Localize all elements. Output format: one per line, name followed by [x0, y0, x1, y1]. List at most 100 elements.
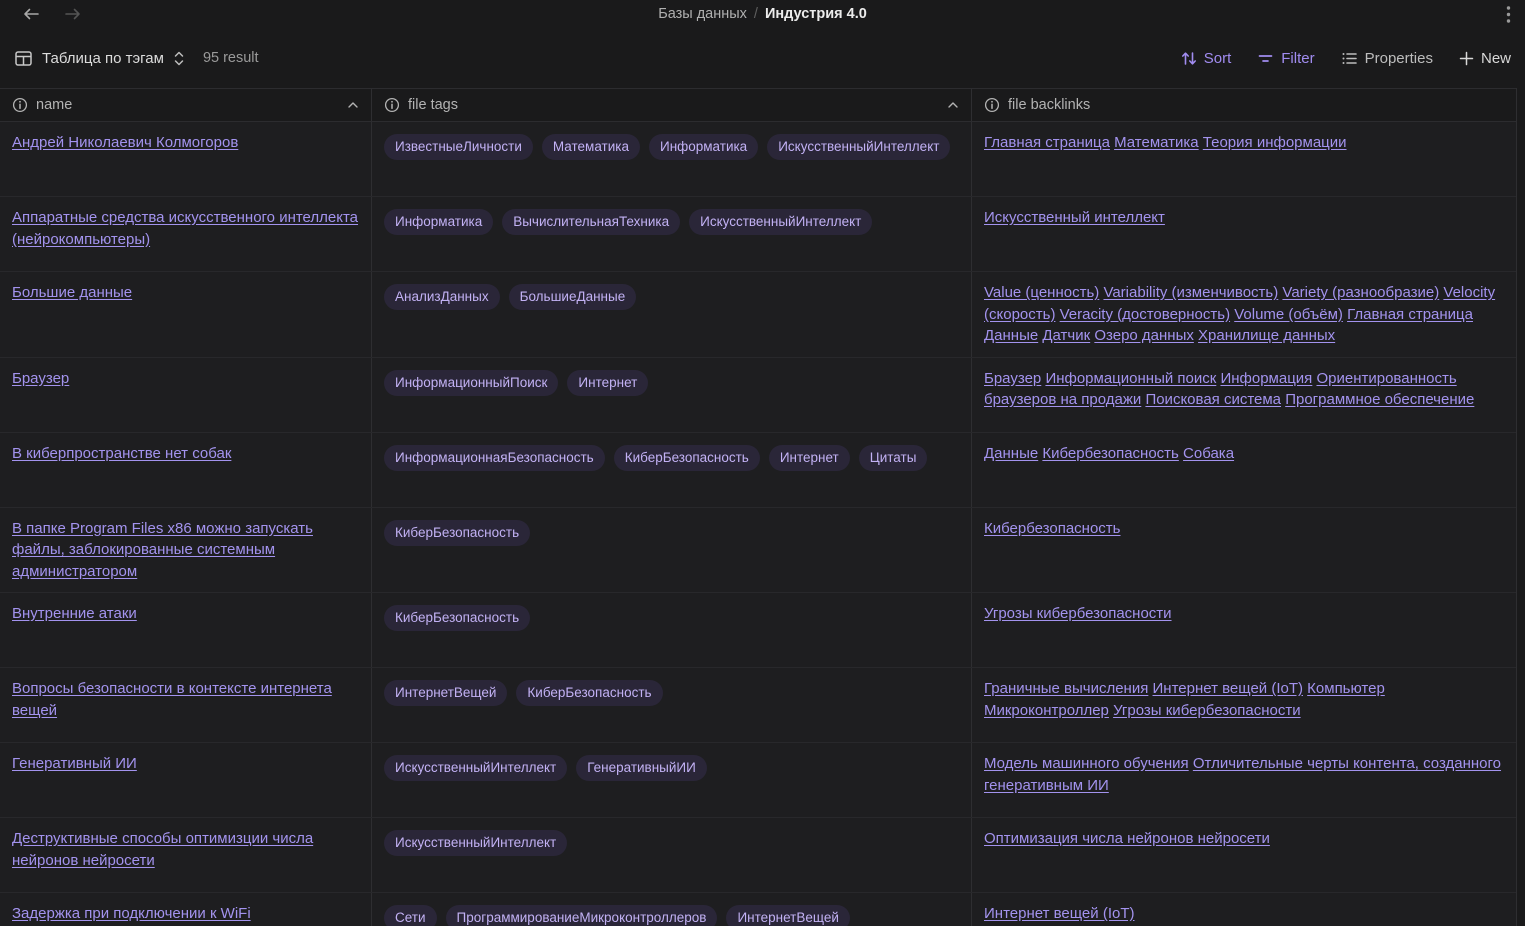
properties-button[interactable]: Properties — [1341, 50, 1433, 67]
note-link[interactable]: Деструктивные способы оптимизции числа н… — [12, 830, 313, 869]
backlink[interactable]: Теория информации — [1203, 134, 1347, 151]
table-row: Вопросы безопасности в контексте интерне… — [0, 668, 1516, 743]
backlink[interactable]: Variability (изменчивость) — [1103, 284, 1278, 301]
tag-pill[interactable]: ИскусственныйИнтеллект — [384, 830, 567, 856]
note-link[interactable]: Задержка при подключении к WiFi — [12, 905, 251, 922]
tag-pill[interactable]: ИнтернетВещей — [726, 905, 849, 926]
forward-arrow-icon[interactable] — [64, 6, 82, 22]
tag-pill[interactable]: Информатика — [649, 134, 758, 160]
backlink[interactable]: Volume (объём) — [1234, 306, 1343, 323]
tag-pill[interactable]: Сети — [384, 905, 437, 926]
database-table: name file tags file backlinks Андрей Ник… — [0, 88, 1517, 926]
tag-pill[interactable]: ПрограммированиеМикроконтроллеров — [446, 905, 718, 926]
tag-pill[interactable]: КиберБезопасность — [614, 445, 760, 471]
tag-pill[interactable]: ИскусственныйИнтеллект — [689, 209, 872, 235]
note-link[interactable]: Большие данные — [12, 284, 132, 301]
backlink[interactable]: Интернет вещей (IoT) — [1153, 680, 1303, 697]
backlink[interactable]: Данные — [984, 327, 1038, 344]
tag-pill[interactable]: ИнформационныйПоиск — [384, 370, 558, 396]
backlink[interactable]: Микроконтроллер — [984, 702, 1109, 719]
backlink[interactable]: Данные — [984, 445, 1038, 462]
tag-pill[interactable]: Интернет — [567, 370, 648, 396]
backlink[interactable]: Угрозы кибербезопасности — [1113, 702, 1301, 719]
backlink[interactable]: Искусственный интеллект — [984, 209, 1165, 226]
column-header-name[interactable]: name — [0, 89, 372, 121]
back-arrow-icon[interactable] — [22, 6, 40, 22]
column-header-file-tags[interactable]: file tags — [372, 89, 972, 121]
backlink[interactable]: Датчик — [1042, 327, 1090, 344]
note-link[interactable]: В киберпространстве нет собак — [12, 445, 231, 462]
backlink[interactable]: Хранилище данных — [1198, 327, 1335, 344]
table-row: Деструктивные способы оптимизции числа н… — [0, 818, 1516, 893]
backlink[interactable]: Кибербезопасность — [1042, 445, 1179, 462]
note-link[interactable]: Генеративный ИИ — [12, 755, 137, 772]
tag-pill[interactable]: Математика — [542, 134, 640, 160]
tags-wrap: АнализДанных БольшиеДанные — [384, 282, 959, 310]
more-options-icon[interactable] — [1504, 3, 1513, 26]
name-cell: Вопросы безопасности в контексте интерне… — [0, 668, 372, 742]
backlink[interactable]: Компьютер — [1307, 680, 1385, 697]
backlink[interactable]: Озеро данных — [1094, 327, 1194, 344]
table-header: name file tags file backlinks — [0, 88, 1516, 122]
tag-pill[interactable]: ИскусственныйИнтеллект — [384, 755, 567, 781]
tag-pill[interactable]: КиберБезопасность — [384, 605, 530, 631]
name-cell: Браузер — [0, 358, 372, 432]
tag-pill[interactable]: КиберБезопасность — [516, 680, 662, 706]
note-link[interactable]: Андрей Николаевич Колмогоров — [12, 134, 238, 151]
breadcrumb-current[interactable]: Индустрия 4.0 — [765, 6, 867, 22]
backlink[interactable]: Информация — [1220, 370, 1312, 387]
info-icon — [384, 97, 400, 113]
backlink[interactable]: Главная страница — [984, 134, 1110, 151]
new-button[interactable]: New — [1459, 50, 1511, 67]
tag-pill[interactable]: ИнтернетВещей — [384, 680, 507, 706]
backlink[interactable]: Поисковая система — [1145, 391, 1281, 408]
backlinks-cell: Главная страница Математика Теория инфор… — [972, 122, 1516, 196]
breadcrumb-parent[interactable]: Базы данных — [658, 6, 747, 22]
tag-pill[interactable]: КиберБезопасность — [384, 520, 530, 546]
tag-pill[interactable]: ВычислительнаяТехника — [502, 209, 680, 235]
backlink[interactable]: Variety (разнообразие) — [1282, 284, 1439, 301]
note-link[interactable]: Вопросы безопасности в контексте интерне… — [12, 680, 332, 719]
sort-arrows-icon — [1181, 50, 1197, 67]
toolbar-actions: Sort Filter Properties New — [1181, 50, 1511, 67]
view-switcher[interactable]: Таблица по тэгам — [14, 49, 185, 68]
tag-pill[interactable]: ГенеративныйИИ — [576, 755, 707, 781]
backlink[interactable]: Главная страница — [1347, 306, 1473, 323]
tag-pill[interactable]: Цитаты — [859, 445, 928, 471]
tag-pill[interactable]: Информатика — [384, 209, 493, 235]
backlinks-cell: Искусственный интеллект — [972, 197, 1516, 271]
backlink[interactable]: Модель машинного обучения — [984, 755, 1189, 772]
backlink[interactable]: Value (ценность) — [984, 284, 1099, 301]
filter-label: Filter — [1281, 50, 1314, 67]
tags-wrap: ИнформационнаяБезопасность КиберБезопасно… — [384, 443, 959, 471]
backlink[interactable]: Браузер — [984, 370, 1041, 387]
tag-pill[interactable]: БольшиеДанные — [509, 284, 637, 310]
backlink[interactable]: Программное обеспечение — [1285, 391, 1474, 408]
backlink[interactable]: Интернет вещей (IoT) — [984, 905, 1134, 922]
backlink[interactable]: Угрозы кибербезопасности — [984, 605, 1172, 622]
filter-button[interactable]: Filter — [1257, 50, 1314, 67]
backlink[interactable]: Собака — [1183, 445, 1234, 462]
note-link[interactable]: В папке Program Files x86 можно запускат… — [12, 520, 313, 580]
tag-pill[interactable]: ИзвестныеЛичности — [384, 134, 533, 160]
name-cell: Андрей Николаевич Колмогоров — [0, 122, 372, 196]
breadcrumb-separator: / — [754, 6, 758, 22]
note-link[interactable]: Браузер — [12, 370, 69, 387]
note-link[interactable]: Внутренние атаки — [12, 605, 137, 622]
name-cell: Большие данные — [0, 272, 372, 357]
sort-button[interactable]: Sort — [1181, 50, 1232, 67]
column-header-file-backlinks[interactable]: file backlinks — [972, 89, 1516, 121]
backlink[interactable]: Оптимизация числа нейронов нейросети — [984, 830, 1270, 847]
backlink[interactable]: Граничные вычисления — [984, 680, 1148, 697]
tag-pill[interactable]: ИнформационнаяБезопасность — [384, 445, 605, 471]
backlink[interactable]: Veracity (достоверность) — [1060, 306, 1230, 323]
tag-pill[interactable]: АнализДанных — [384, 284, 500, 310]
tag-pill[interactable]: Интернет — [769, 445, 850, 471]
backlinks-cell: Кибербезопасность — [972, 508, 1516, 593]
note-link[interactable]: Аппаратные средства искусственного интел… — [12, 209, 358, 248]
backlink[interactable]: Математика — [1114, 134, 1199, 151]
tag-pill[interactable]: ИскусственныйИнтеллект — [767, 134, 950, 160]
backlink[interactable]: Кибербезопасность — [984, 520, 1121, 537]
backlink[interactable]: Информационный поиск — [1045, 370, 1216, 387]
name-cell: В папке Program Files x86 можно запускат… — [0, 508, 372, 593]
